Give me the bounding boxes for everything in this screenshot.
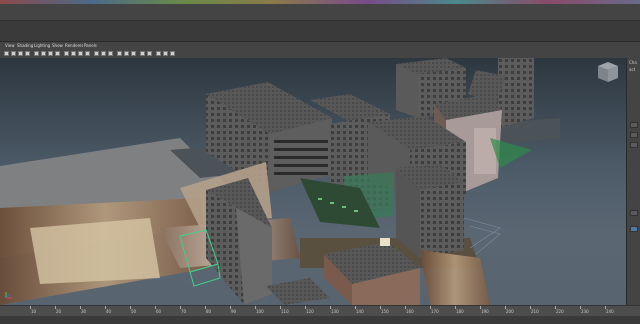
grid-icon[interactable] xyxy=(34,51,39,56)
camera-attributes-icon[interactable] xyxy=(11,51,16,56)
timeline-tick-label: 210 xyxy=(531,309,539,314)
xray-icon[interactable] xyxy=(124,51,129,56)
timeline-tick-label: 80 xyxy=(206,309,212,314)
wireframe-icon[interactable] xyxy=(64,51,69,56)
timeline-tick-label: 110 xyxy=(281,309,289,314)
xray-joints-icon[interactable] xyxy=(131,51,136,56)
panel-tab-1[interactable] xyxy=(630,122,638,128)
menu-show[interactable]: Show xyxy=(52,42,63,50)
3d-viewport[interactable] xyxy=(0,58,626,305)
textured-block-right xyxy=(420,250,490,305)
scene-canvas xyxy=(0,58,618,305)
light-plaza xyxy=(30,218,160,284)
viewport-toolbar xyxy=(0,50,640,58)
timeline-tick-label: 160 xyxy=(406,309,414,314)
shelf-bar xyxy=(0,21,640,42)
bookmark-icon[interactable] xyxy=(18,51,23,56)
film-gate-icon[interactable] xyxy=(41,51,46,56)
panel-tab-4[interactable] xyxy=(630,210,638,216)
range-slider[interactable] xyxy=(0,316,640,324)
timeline-tick-label: 70 xyxy=(181,309,187,314)
textured-icon[interactable] xyxy=(85,51,90,56)
timeline-tick-label: 50 xyxy=(131,309,137,314)
timeline-tick-label: 190 xyxy=(481,309,489,314)
wireframe-on-shaded-icon[interactable] xyxy=(78,51,83,56)
smooth-wireframe-icon[interactable] xyxy=(147,51,152,56)
panel-tab-2[interactable] xyxy=(630,132,638,138)
timeline-tick-label: 150 xyxy=(381,309,389,314)
timeline-tick-label: 90 xyxy=(231,309,237,314)
timeline-tick-label: 200 xyxy=(506,309,514,314)
channel-box-label: Cha xyxy=(629,60,637,65)
building-roof-9 xyxy=(266,278,330,305)
channel-box-panel: Cha act xyxy=(626,58,640,305)
tower-wall-2 xyxy=(498,58,534,128)
timeline-tick-label: 220 xyxy=(556,309,564,314)
timeline-tick-label: 100 xyxy=(256,309,264,314)
panel-tab-3[interactable] xyxy=(630,142,638,148)
timeline-tick-label: 30 xyxy=(81,309,87,314)
timeline-tick-label: 130 xyxy=(331,309,339,314)
timeline-tick-label: 10 xyxy=(31,309,37,314)
attribute-label: act xyxy=(629,67,636,72)
timeline-tick-label: 120 xyxy=(306,309,314,314)
timeline-tick-label: 20 xyxy=(56,309,62,314)
panel-tab-5[interactable] xyxy=(630,226,638,232)
menu-shading[interactable]: Shading xyxy=(17,42,33,50)
backface-culling-icon[interactable] xyxy=(140,51,145,56)
panel-menu-bar: View Shading Lighting Show Renderer Pane… xyxy=(0,42,640,50)
shadows-icon[interactable] xyxy=(101,51,106,56)
menu-lighting[interactable]: Lighting xyxy=(34,42,50,50)
main-menu-bar xyxy=(0,4,640,21)
timeline-tick-label: 170 xyxy=(431,309,439,314)
timeline-tick-label: 230 xyxy=(581,309,589,314)
resolution-gate-icon[interactable] xyxy=(48,51,53,56)
lights-icon[interactable] xyxy=(94,51,99,56)
depth-of-field-icon[interactable] xyxy=(170,51,175,56)
timeline-tick-label: 40 xyxy=(106,309,112,314)
small-white-block xyxy=(380,238,390,246)
timeline-tick-label: 180 xyxy=(456,309,464,314)
smooth-shade-icon[interactable] xyxy=(71,51,76,56)
gate-mask-icon[interactable] xyxy=(55,51,60,56)
menu-view[interactable]: View xyxy=(5,42,15,50)
building-wall-6b xyxy=(420,182,464,258)
hardware-texturing-icon[interactable] xyxy=(156,51,161,56)
view-cube-icon[interactable] xyxy=(598,62,618,82)
ambient-occlusion-icon[interactable] xyxy=(108,51,113,56)
menu-panels[interactable]: Panels xyxy=(84,42,97,50)
antialias-icon[interactable] xyxy=(163,51,168,56)
image-plane-icon[interactable] xyxy=(25,51,30,56)
menu-renderer[interactable]: Renderer xyxy=(65,42,83,50)
timeline-tick-label: 140 xyxy=(356,309,364,314)
timeline-tick-label: 240 xyxy=(606,309,614,314)
isolate-select-icon[interactable] xyxy=(117,51,122,56)
timeline-tick-label: 60 xyxy=(156,309,162,314)
select-camera-icon[interactable] xyxy=(4,51,9,56)
